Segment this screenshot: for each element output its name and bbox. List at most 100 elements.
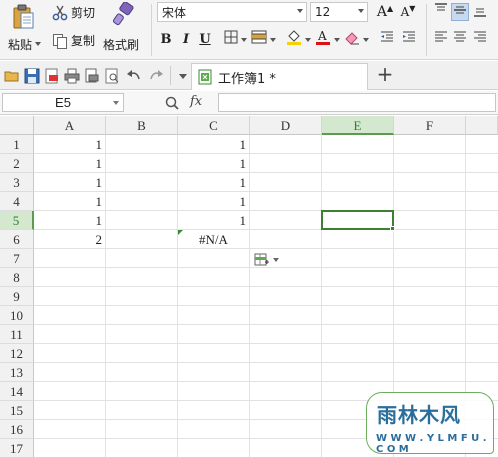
column-header-c[interactable]: C	[178, 116, 250, 135]
cell-a4[interactable]: 1	[34, 192, 105, 211]
cell-c4[interactable]: 1	[178, 192, 249, 211]
save-icon[interactable]	[24, 68, 40, 84]
align-center-icon	[453, 30, 467, 48]
chevron-down-icon[interactable]	[305, 38, 311, 42]
formula-input[interactable]	[218, 93, 496, 112]
align-left-icon	[434, 30, 448, 48]
chevron-down-icon[interactable]	[270, 38, 276, 42]
increase-indent-button[interactable]	[400, 30, 418, 48]
fill-color-button[interactable]	[285, 30, 303, 48]
copy-button[interactable]: 复制	[52, 32, 95, 49]
align-left-button[interactable]	[432, 30, 450, 48]
row-header-14[interactable]: 14	[0, 382, 34, 401]
paint-bucket-icon	[286, 29, 302, 49]
cell-c2[interactable]: 1	[178, 154, 249, 173]
column-header-e[interactable]: E	[322, 116, 394, 135]
grid-vline	[321, 135, 322, 457]
grow-font-glyph: A	[376, 4, 387, 20]
row-header-15[interactable]: 15	[0, 401, 34, 420]
paste-options-button[interactable]	[254, 250, 284, 269]
select-all-corner[interactable]	[0, 116, 34, 135]
row-header-6[interactable]: 6	[0, 230, 34, 249]
border-grid-icon	[224, 30, 238, 48]
row-header-9[interactable]: 9	[0, 287, 34, 306]
paste-button[interactable]: 粘贴	[4, 2, 42, 56]
chevron-down-icon[interactable]	[363, 38, 369, 42]
error-indicator-icon[interactable]	[178, 230, 183, 235]
column-header-filler	[466, 116, 498, 135]
tab-workbook1[interactable]: 工作簿1 *	[191, 63, 368, 90]
underline-button[interactable]: U	[196, 30, 214, 48]
chevron-down-icon[interactable]	[113, 101, 119, 105]
zoom-search-icon[interactable]	[164, 95, 180, 111]
font-size-select[interactable]: 12	[310, 2, 368, 22]
row-header-5[interactable]: 5	[0, 211, 34, 230]
customize-toolbar-icon[interactable]	[175, 68, 191, 84]
row-header-11[interactable]: 11	[0, 325, 34, 344]
cell-a2[interactable]: 1	[34, 154, 105, 173]
format-painter-button[interactable]: 格式刷	[102, 1, 142, 56]
row-header-1[interactable]: 1	[0, 135, 34, 154]
column-header-b[interactable]: B	[106, 116, 178, 135]
align-top-button[interactable]	[432, 3, 450, 21]
row-header-8[interactable]: 8	[0, 268, 34, 287]
row-header-17[interactable]: 17	[0, 439, 34, 457]
arrow-down-icon: ▼	[409, 3, 416, 13]
cut-button[interactable]: 剪切	[52, 4, 95, 21]
export-pdf-icon[interactable]	[44, 68, 60, 84]
chevron-down-icon[interactable]	[241, 38, 247, 42]
cell-a3[interactable]: 1	[34, 173, 105, 192]
align-right-button[interactable]	[471, 30, 489, 48]
fill-handle[interactable]	[390, 226, 395, 231]
new-tab-button[interactable]: +	[374, 64, 396, 86]
row-header-2[interactable]: 2	[0, 154, 34, 173]
row-header-10[interactable]: 10	[0, 306, 34, 325]
clear-format-button[interactable]	[343, 30, 361, 48]
fx-button[interactable]: fx	[190, 94, 202, 109]
undo-icon[interactable]	[126, 68, 142, 84]
redo-icon[interactable]	[148, 68, 164, 84]
column-header-d[interactable]: D	[250, 116, 322, 135]
row-header-7[interactable]: 7	[0, 249, 34, 268]
decrease-indent-button[interactable]	[378, 30, 396, 48]
open-folder-icon[interactable]	[4, 68, 20, 84]
cell-a5[interactable]: 1	[34, 211, 105, 230]
print-preview-icon[interactable]	[84, 68, 100, 84]
merge-cells-button[interactable]	[250, 30, 268, 48]
row-header-13[interactable]: 13	[0, 363, 34, 382]
bold-button[interactable]: B	[157, 30, 175, 48]
eraser-icon	[344, 29, 360, 49]
name-box[interactable]: E5	[2, 93, 124, 112]
row-header-3[interactable]: 3	[0, 173, 34, 192]
column-header-f[interactable]: F	[394, 116, 466, 135]
active-cell-e5[interactable]	[321, 210, 394, 230]
merge-icon	[251, 30, 267, 48]
chevron-down-icon	[273, 257, 279, 262]
column-header-a[interactable]: A	[34, 116, 106, 135]
borders-button[interactable]	[222, 30, 240, 48]
italic-button[interactable]: I	[177, 30, 195, 48]
preview-icon[interactable]	[104, 68, 120, 84]
row-header-12[interactable]: 12	[0, 344, 34, 363]
shrink-font-button[interactable]: A ▼	[399, 3, 417, 21]
grow-font-button[interactable]: A ▲	[376, 3, 394, 21]
cell-c1[interactable]: 1	[178, 135, 249, 154]
chevron-down-icon[interactable]	[334, 38, 340, 42]
cell-a6[interactable]: 2	[34, 230, 105, 249]
grid-hline	[34, 305, 498, 306]
font-color-button[interactable]: A	[314, 29, 332, 48]
align-bottom-button[interactable]	[471, 3, 489, 21]
align-middle-button[interactable]	[451, 3, 469, 21]
cell-c3[interactable]: 1	[178, 173, 249, 192]
cell-a1[interactable]: 1	[34, 135, 105, 154]
italic-glyph: I	[182, 31, 190, 47]
chevron-down-icon	[35, 42, 41, 46]
cell-c6[interactable]: #N/A	[178, 230, 249, 249]
print-icon[interactable]	[64, 68, 80, 84]
row-header-16[interactable]: 16	[0, 420, 34, 439]
align-center-button[interactable]	[451, 30, 469, 48]
font-name-select[interactable]: 宋体	[157, 2, 307, 22]
bold-glyph: B	[160, 31, 172, 47]
cell-c5[interactable]: 1	[178, 211, 249, 230]
row-header-4[interactable]: 4	[0, 192, 34, 211]
